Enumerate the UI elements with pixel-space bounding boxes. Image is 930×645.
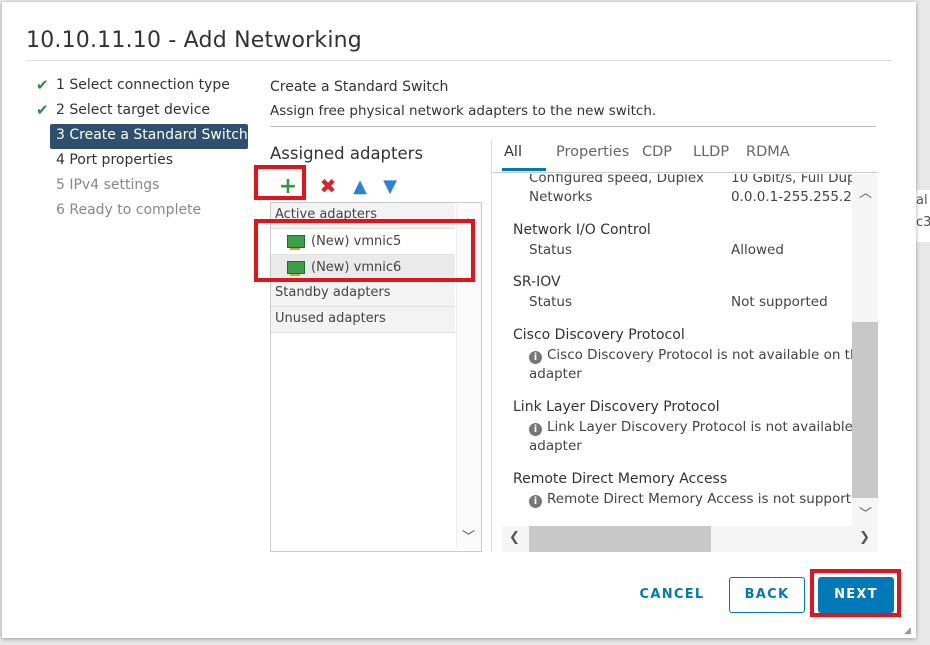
detail-key: Status: [529, 294, 573, 310]
step-create-standard-switch[interactable]: 3 Create a Standard Switch: [50, 124, 248, 149]
info-icon: i: [529, 423, 542, 436]
highlight-adapters: [254, 219, 475, 282]
dialog-title: 10.10.11.10 - Add Networking: [26, 28, 362, 53]
section-subtitle: Assign free physical network adapters to…: [270, 103, 657, 119]
active-tab-indicator: [502, 168, 546, 171]
chevron-left-icon[interactable]: ❮: [509, 530, 520, 545]
details-tabs: All Properties CDP LLDP RDMA: [492, 140, 878, 173]
group-unused-adapters: Unused adapters: [271, 307, 455, 333]
detail-key: Configured speed, Duplex: [529, 174, 704, 186]
step-select-connection-type[interactable]: ✔ 1 Select connection type: [32, 74, 252, 99]
step-label: 2 Select target device: [56, 102, 210, 118]
back-button[interactable]: BACK: [729, 577, 805, 613]
chevron-down-icon[interactable]: ﹀: [462, 526, 475, 545]
detail-value: 10 Gbit/s, Full Duplex: [731, 174, 852, 186]
tab-all[interactable]: All: [504, 144, 522, 160]
scrollbar-thumb[interactable]: [529, 526, 711, 552]
detail-heading-cdp: Cisco Discovery Protocol: [513, 327, 685, 343]
detail-note-lldp-cont: adapter: [529, 438, 582, 454]
title-divider: [26, 60, 892, 61]
chevron-up-icon[interactable]: ︿: [859, 182, 872, 201]
close-icon[interactable]: ✖: [316, 174, 340, 198]
step-label: 3 Create a Standard Switch: [56, 127, 248, 143]
resize-grip-icon[interactable]: ◢: [904, 626, 914, 636]
step-label: 1 Select connection type: [56, 77, 230, 93]
detail-heading-sriov: SR-IOV: [513, 274, 561, 290]
check-icon: ✔: [36, 76, 49, 94]
panel-divider: [491, 140, 492, 552]
highlight-next-button: [810, 569, 901, 617]
scrollbar-thumb[interactable]: [852, 322, 878, 498]
detail-value: Allowed: [731, 242, 784, 258]
detail-note-cdp-cont: adapter: [529, 366, 582, 382]
detail-value: Not supported: [731, 294, 828, 310]
adapter-details-panel: Configured speed, Duplex 10 Gbit/s, Full…: [502, 174, 852, 526]
chevron-right-icon[interactable]: ❯: [859, 530, 870, 545]
step-port-properties[interactable]: 4 Port properties: [32, 149, 252, 174]
info-icon: i: [529, 495, 542, 508]
arrow-up-icon[interactable]: ▲: [348, 174, 372, 198]
tab-rdma[interactable]: RDMA: [746, 144, 790, 160]
section-divider: [270, 126, 876, 127]
add-networking-dialog: 10.10.11.10 - Add Networking ✔ 1 Select …: [2, 2, 916, 638]
tab-cdp[interactable]: CDP: [642, 144, 672, 160]
detail-note-cdp: i Cisco Discovery Protocol is not availab…: [529, 347, 852, 364]
step-ipv4-settings: 5 IPv4 settings: [32, 174, 252, 199]
cancel-button[interactable]: CANCEL: [634, 577, 710, 613]
step-label: 5 IPv4 settings: [56, 177, 160, 193]
tab-lldp[interactable]: LLDP: [693, 144, 729, 160]
detail-heading-nioc: Network I/O Control: [513, 222, 651, 238]
background-text-2: c3: [916, 215, 930, 230]
assigned-adapters-title: Assigned adapters: [270, 144, 424, 163]
note-text: Cisco Discovery Protocol is not availabl…: [547, 347, 852, 363]
detail-value: 0.0.0.1-255.255.255.254: [731, 189, 852, 205]
details-vertical-scrollbar[interactable]: ︿ ﹀: [852, 174, 878, 526]
arrow-down-icon[interactable]: ▼: [378, 174, 402, 198]
detail-key: Networks: [529, 189, 593, 205]
step-label: 4 Port properties: [56, 152, 174, 168]
chevron-down-icon[interactable]: ﹀: [859, 503, 872, 522]
info-icon: i: [529, 351, 542, 364]
detail-note-lldp: i Link Layer Discovery Protocol is not av…: [529, 419, 852, 436]
detail-key: Status: [529, 242, 573, 258]
check-icon: ✔: [36, 101, 49, 119]
step-ready-to-complete: 6 Ready to complete: [32, 199, 252, 224]
wizard-steps: ✔ 1 Select connection type ✔ 2 Select ta…: [32, 74, 252, 224]
detail-heading-lldp: Link Layer Discovery Protocol: [513, 399, 720, 415]
note-text: Remote Direct Memory Access is not suppo…: [547, 491, 852, 507]
step-select-target-device[interactable]: ✔ 2 Select target device: [32, 99, 252, 124]
group-standby-adapters: Standby adapters: [271, 281, 455, 307]
background-text-1: al: [916, 193, 928, 208]
details-horizontal-scrollbar[interactable]: ❮ ❯: [502, 526, 878, 552]
section-title: Create a Standard Switch: [270, 79, 449, 95]
detail-heading-rdma: Remote Direct Memory Access: [513, 471, 728, 487]
detail-note-rdma: i Remote Direct Memory Access is not supp…: [529, 491, 852, 508]
tab-properties[interactable]: Properties: [556, 144, 629, 160]
note-text: Link Layer Discovery Protocol is not ava…: [547, 419, 852, 435]
step-label: 6 Ready to complete: [56, 202, 202, 218]
highlight-add-button: [254, 165, 306, 200]
